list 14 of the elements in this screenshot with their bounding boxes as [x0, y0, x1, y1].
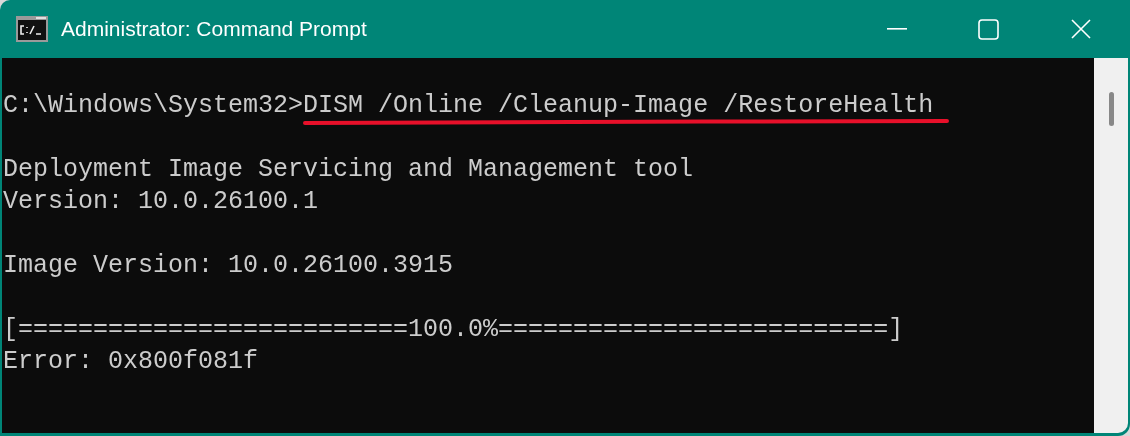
prompt-text: C:\Windows\System32> — [3, 90, 304, 122]
maximize-icon — [977, 18, 999, 40]
output-line: Image Version: 10.0.26100.3915 — [3, 251, 454, 280]
close-icon — [1071, 19, 1091, 39]
window-title: Administrator: Command Prompt — [61, 16, 367, 43]
output-line: Error: 0x800f081f — [3, 347, 259, 376]
output-line: [==========================100.0%==========================] — [3, 315, 904, 344]
scrollbar-thumb[interactable] — [1108, 92, 1114, 126]
command-text: DISM /Online /Cleanup-Image /RestoreHealth — [303, 91, 934, 120]
console-icon — [16, 16, 48, 42]
scrollbar[interactable] — [1094, 58, 1128, 433]
minimize-icon — [887, 28, 907, 30]
output-line: Version: 10.0.26100.1 — [3, 187, 319, 216]
output-line: Deployment Image Servicing and Management tool — [3, 155, 694, 184]
